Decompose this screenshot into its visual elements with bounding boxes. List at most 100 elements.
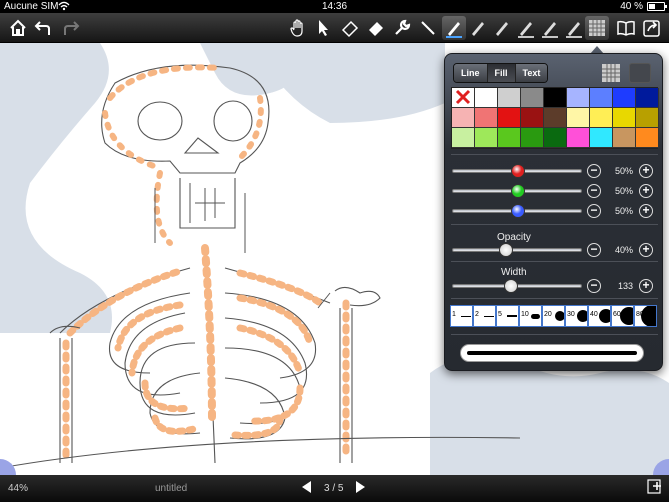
- width-preset[interactable]: 20: [542, 305, 565, 327]
- pattern-swatch-icon[interactable]: [601, 63, 621, 83]
- page-indicator: 3 / 5: [324, 483, 344, 494]
- tab-text[interactable]: Text: [515, 64, 548, 82]
- no-color-icon: [455, 89, 471, 105]
- color-swatch[interactable]: [636, 108, 659, 128]
- opacity-slider-knob[interactable]: [499, 243, 514, 257]
- width-preset-sample: [507, 314, 517, 318]
- red-decrease-button[interactable]: −: [587, 164, 601, 178]
- width-increase-button[interactable]: +: [639, 279, 653, 293]
- color-swatch[interactable]: [475, 108, 498, 128]
- red-increase-button[interactable]: +: [639, 164, 653, 178]
- color-swatch[interactable]: [498, 88, 521, 108]
- blue-slider-knob[interactable]: [511, 204, 525, 218]
- color-swatch[interactable]: [498, 128, 521, 148]
- home-icon[interactable]: [6, 16, 30, 40]
- undo-icon[interactable]: [32, 16, 56, 40]
- image-fill-icon[interactable]: [629, 63, 651, 83]
- width-preset[interactable]: 40: [588, 305, 611, 327]
- wrench-icon[interactable]: [390, 16, 414, 40]
- status-bar: Aucune SIM 14:36 40 %: [0, 0, 669, 13]
- color-swatch[interactable]: [590, 108, 613, 128]
- color-swatch[interactable]: [544, 128, 567, 148]
- eraser-icon[interactable]: [338, 16, 362, 40]
- color-swatch[interactable]: [590, 88, 613, 108]
- color-swatch[interactable]: [521, 88, 544, 108]
- color-swatch[interactable]: [521, 108, 544, 128]
- color-swatch[interactable]: [452, 108, 475, 128]
- red-slider-knob[interactable]: [511, 164, 525, 178]
- width-preset[interactable]: 1: [450, 305, 473, 327]
- width-readout: 133: [617, 281, 633, 291]
- width-preset-label: 2: [475, 311, 479, 318]
- pen-6-icon[interactable]: [562, 16, 586, 40]
- pen-2-icon[interactable]: [466, 16, 490, 40]
- clock: 14:36: [321, 1, 348, 12]
- style-tab-segment: Line Fill Text: [453, 63, 549, 83]
- fill-eraser-icon[interactable]: [364, 16, 388, 40]
- color-swatch[interactable]: [636, 128, 659, 148]
- blue-slider[interactable]: [452, 204, 582, 218]
- width-preset[interactable]: 5: [496, 305, 519, 327]
- width-preset[interactable]: 60: [611, 305, 634, 327]
- red-slider[interactable]: [452, 164, 582, 178]
- color-swatch[interactable]: [613, 108, 636, 128]
- color-swatch[interactable]: [567, 88, 590, 108]
- color-swatch[interactable]: [613, 88, 636, 108]
- color-swatch[interactable]: [544, 108, 567, 128]
- battery-percent: 40 %: [620, 1, 643, 12]
- width-preset[interactable]: 30: [565, 305, 588, 327]
- width-preset[interactable]: 80: [634, 305, 657, 327]
- pen-3-icon[interactable]: [490, 16, 514, 40]
- color-swatch[interactable]: [613, 128, 636, 148]
- green-decrease-button[interactable]: −: [587, 184, 601, 198]
- width-preset-sample: [620, 307, 633, 325]
- width-preset[interactable]: 2: [473, 305, 496, 327]
- green-slider[interactable]: [452, 184, 582, 198]
- redo-icon[interactable]: [58, 16, 82, 40]
- book-icon[interactable]: [614, 16, 638, 40]
- opacity-increase-button[interactable]: +: [639, 243, 653, 257]
- width-preset-label: 1: [452, 311, 456, 318]
- color-swatch[interactable]: [475, 88, 498, 108]
- line-tool-icon[interactable]: [416, 16, 440, 40]
- color-swatch[interactable]: [475, 128, 498, 148]
- green-slider-knob[interactable]: [511, 184, 525, 198]
- width-preset-sample: [599, 309, 610, 323]
- pen-4-icon[interactable]: [514, 16, 538, 40]
- divider: [451, 261, 658, 262]
- zoom-level[interactable]: 44%: [8, 483, 28, 494]
- color-swatch[interactable]: [567, 128, 590, 148]
- color-swatch[interactable]: [498, 108, 521, 128]
- green-increase-button[interactable]: +: [639, 184, 653, 198]
- pen-1-icon[interactable]: [442, 16, 466, 40]
- share-icon[interactable]: [640, 16, 664, 40]
- previous-page-icon[interactable]: [300, 480, 312, 497]
- no-color-swatch[interactable]: [452, 88, 475, 108]
- pen-5-icon[interactable]: [538, 16, 562, 40]
- opacity-decrease-button[interactable]: −: [587, 243, 601, 257]
- width-preset[interactable]: 10: [519, 305, 542, 327]
- tab-line[interactable]: Line: [454, 64, 488, 82]
- color-swatch[interactable]: [567, 108, 590, 128]
- width-preset-sample: [531, 313, 540, 319]
- blue-decrease-button[interactable]: −: [587, 204, 601, 218]
- color-swatch[interactable]: [521, 128, 544, 148]
- width-decrease-button[interactable]: −: [587, 279, 601, 293]
- opacity-slider[interactable]: [452, 243, 582, 257]
- blue-increase-button[interactable]: +: [639, 204, 653, 218]
- next-page-icon[interactable]: [355, 480, 367, 497]
- hand-icon[interactable]: [286, 16, 310, 40]
- add-page-icon[interactable]: [647, 479, 663, 495]
- width-preset-sample: [461, 315, 471, 317]
- width-preset-label: 10: [521, 311, 529, 318]
- color-swatch[interactable]: [636, 88, 659, 108]
- tab-fill[interactable]: Fill: [487, 64, 516, 82]
- document-name[interactable]: untitled: [155, 483, 187, 494]
- width-slider-knob[interactable]: [504, 279, 519, 293]
- color-swatch[interactable]: [544, 88, 567, 108]
- color-swatch[interactable]: [452, 128, 475, 148]
- select-arrow-icon[interactable]: [312, 16, 336, 40]
- pattern-icon[interactable]: [585, 16, 609, 40]
- color-swatch[interactable]: [590, 128, 613, 148]
- width-slider[interactable]: [452, 279, 582, 293]
